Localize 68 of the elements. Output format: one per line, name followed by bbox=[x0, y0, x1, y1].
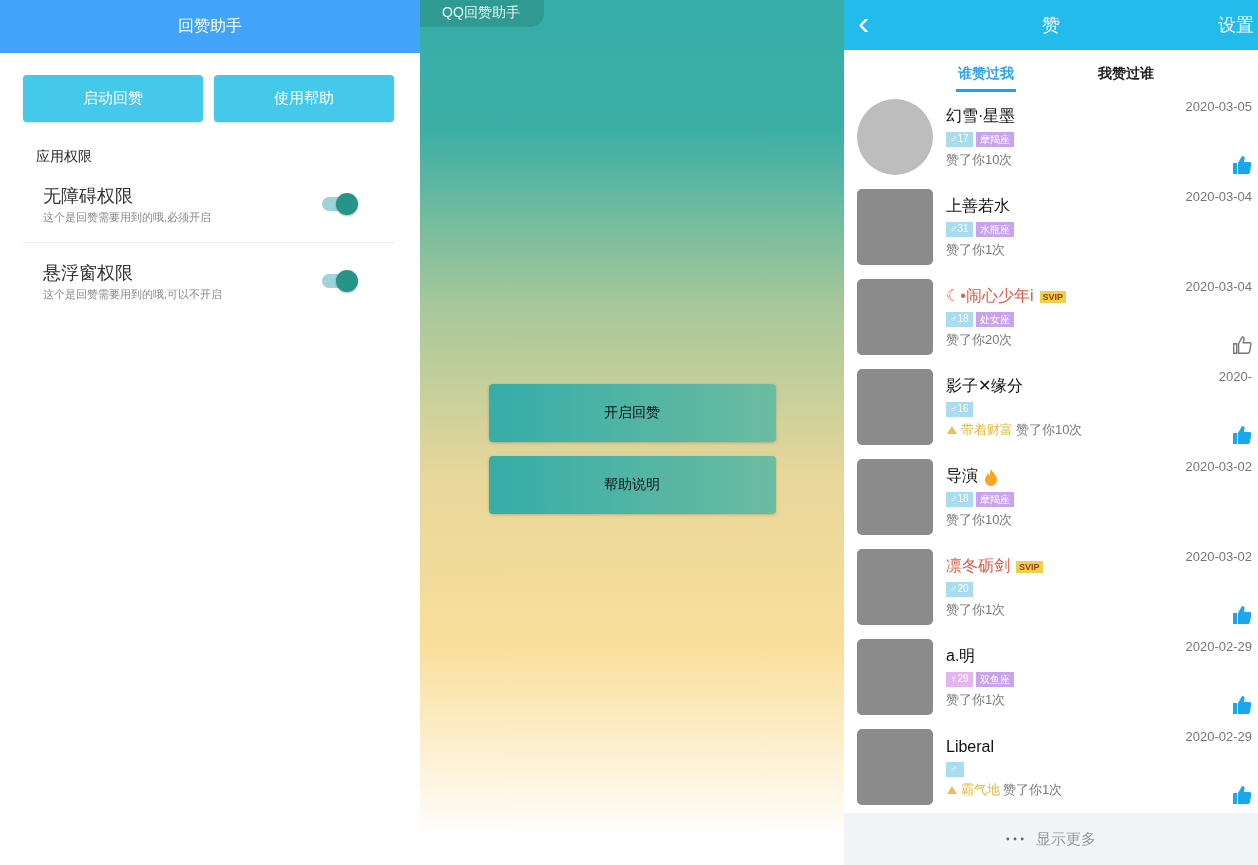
like-date: 2020-03-02 bbox=[1185, 459, 1252, 474]
age-tag: ♂ bbox=[946, 761, 964, 777]
screen-title: 回赞助手 bbox=[178, 16, 242, 36]
like-date: 2020-03-04 bbox=[1185, 189, 1252, 204]
like-date: 2020-03-02 bbox=[1185, 549, 1252, 564]
toggle-switch[interactable] bbox=[322, 192, 358, 216]
like-count: 赞了你1次 bbox=[1003, 780, 1063, 799]
thumbs-up-icon[interactable] bbox=[1232, 335, 1252, 355]
user-name: a.明 bbox=[946, 646, 976, 666]
thumbs-up-icon[interactable] bbox=[1232, 605, 1252, 625]
flame-icon bbox=[984, 467, 998, 486]
user-name: 影子✕缘分 bbox=[946, 376, 1024, 396]
permission-title: 悬浮窗权限 bbox=[43, 261, 134, 285]
ellipsis-icon bbox=[1006, 837, 1024, 841]
section-title: 应用权限 bbox=[35, 147, 92, 166]
constellation-tag: 摩羯座 bbox=[975, 491, 1014, 507]
like-count: 赞了你1次 bbox=[946, 600, 1006, 619]
action-button[interactable]: 使用帮助 bbox=[214, 75, 394, 122]
permission-description: 这个是回赞需要用到的哦,可以不开启 bbox=[43, 286, 224, 302]
thumbs-up-icon[interactable] bbox=[1232, 155, 1252, 175]
age-tag: ♂18 bbox=[946, 491, 973, 507]
toggle-switch[interactable] bbox=[322, 269, 358, 293]
user-name: ☾•闹心少年i bbox=[946, 286, 1034, 306]
medal-text: 带着财富 bbox=[961, 420, 1013, 439]
age-tag: ♂31 bbox=[946, 221, 973, 237]
age-tag: ♂17 bbox=[946, 131, 973, 147]
age-tag: ♀29 bbox=[946, 671, 973, 687]
constellation-tag: 双鱼座 bbox=[975, 671, 1014, 687]
show-more-button[interactable]: 显示更多 bbox=[844, 813, 1258, 865]
like-count: 赞了你10次 bbox=[1016, 420, 1083, 439]
like-date: 2020-02-29 bbox=[1185, 729, 1252, 744]
screen-title: 赞 bbox=[1041, 14, 1060, 37]
tab[interactable]: 谁赞过我 bbox=[956, 50, 1016, 92]
constellation-tag: 水瓶座 bbox=[975, 221, 1014, 237]
app-badge: QQ回赞助手 bbox=[420, 0, 544, 27]
vip-badge: SVIP bbox=[1039, 290, 1066, 303]
like-count: 赞了你10次 bbox=[946, 150, 1013, 169]
tab[interactable]: 我赞过谁 bbox=[1096, 50, 1156, 92]
constellation-tag: 摩羯座 bbox=[975, 131, 1014, 147]
medal-text: 霸气地 bbox=[961, 780, 1000, 799]
constellation-tag: 处女座 bbox=[975, 311, 1014, 327]
action-button[interactable]: 帮助说明 bbox=[488, 456, 776, 514]
age-tag: ♂18 bbox=[946, 311, 973, 327]
like-count: 赞了你1次 bbox=[946, 240, 1006, 259]
like-date: 2020-02-29 bbox=[1185, 639, 1252, 654]
user-name: 凛冬砺剑 bbox=[946, 556, 1010, 576]
like-count: 赞了你10次 bbox=[946, 510, 1013, 529]
like-date: 2020-03-05 bbox=[1185, 99, 1252, 114]
user-name: Liberal bbox=[946, 737, 995, 756]
action-button[interactable]: 开启回赞 bbox=[488, 384, 776, 442]
like-date: 2020-03-04 bbox=[1185, 279, 1252, 294]
age-tag: ♂16 bbox=[946, 401, 973, 417]
thumbs-up-icon[interactable] bbox=[1232, 695, 1252, 715]
back-button[interactable]: ‹ bbox=[844, 5, 884, 45]
like-date: 2020- bbox=[1218, 369, 1252, 384]
thumbs-up-icon[interactable] bbox=[1232, 425, 1252, 445]
action-button[interactable]: 启动回赞 bbox=[23, 75, 203, 122]
vip-badge: SVIP bbox=[1016, 560, 1043, 573]
permission-title: 无障碍权限 bbox=[43, 184, 134, 208]
settings-link[interactable]: 设置 bbox=[1218, 13, 1258, 37]
like-count: 赞了你1次 bbox=[946, 690, 1006, 709]
user-name: 导演 bbox=[946, 466, 978, 486]
permission-description: 这个是回赞需要用到的哦,必须开启 bbox=[43, 209, 213, 225]
user-name: 上善若水 bbox=[946, 196, 1010, 216]
user-name: 幻雪·星墨 bbox=[946, 106, 1016, 126]
thumbs-up-icon[interactable] bbox=[1232, 785, 1252, 805]
age-tag: ♂20 bbox=[946, 581, 973, 597]
like-count: 赞了你20次 bbox=[946, 330, 1013, 349]
